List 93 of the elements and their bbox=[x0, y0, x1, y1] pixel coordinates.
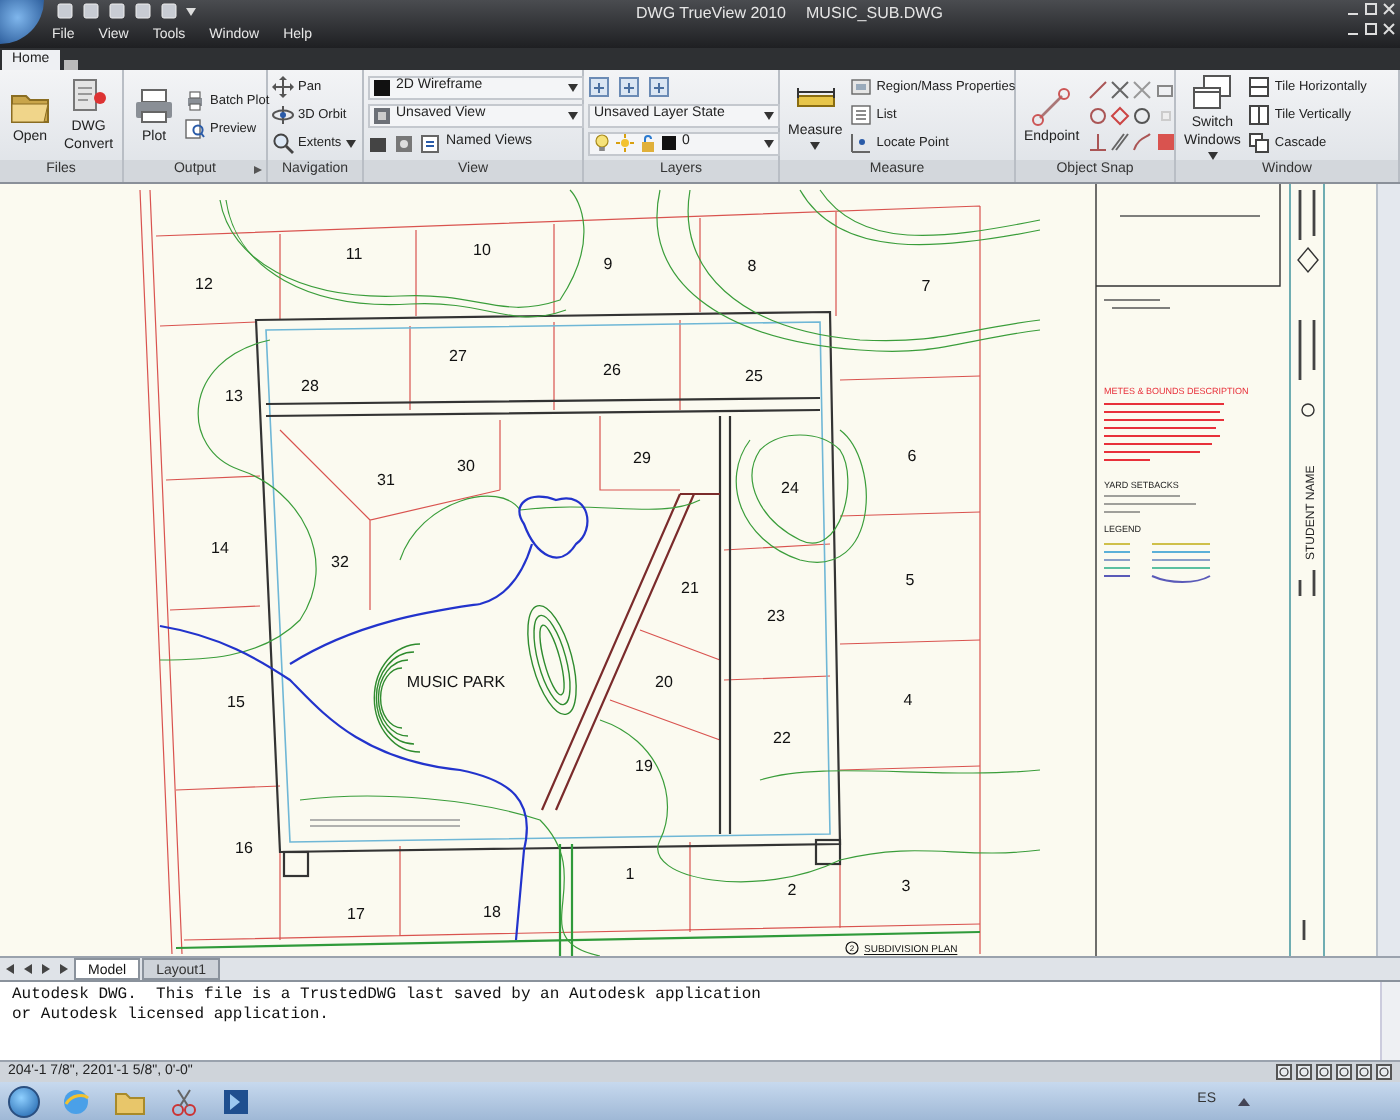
cascade-icon bbox=[1248, 132, 1271, 154]
lot-number: 19 bbox=[635, 757, 653, 775]
launcher-icon[interactable] bbox=[254, 166, 262, 174]
zoom-icon bbox=[272, 132, 294, 154]
lot-number: 22 bbox=[773, 729, 791, 747]
tile-vertical-icon bbox=[1248, 104, 1271, 126]
caret-icon bbox=[568, 83, 578, 91]
lot-number: 4 bbox=[903, 691, 913, 709]
lot-number: 3 bbox=[901, 877, 911, 895]
lot-number: 26 bbox=[603, 361, 621, 379]
close-icon[interactable] bbox=[1382, 2, 1396, 16]
app-title: DWG TrueView 2010 bbox=[636, 2, 786, 26]
point-icon bbox=[850, 132, 873, 154]
layer-tool-icon[interactable] bbox=[588, 76, 610, 98]
snap-mode-icon[interactable] bbox=[1132, 105, 1153, 125]
scissors-icon[interactable] bbox=[168, 1085, 200, 1117]
layer-tool-icon[interactable] bbox=[648, 76, 670, 98]
status-tool-icon[interactable] bbox=[1316, 1064, 1332, 1080]
tile-horizontal-icon bbox=[1248, 76, 1271, 98]
caret-icon[interactable] bbox=[186, 7, 196, 15]
lock-icon bbox=[640, 134, 656, 152]
lot-number: 6 bbox=[907, 447, 917, 465]
lot-number: 12 bbox=[195, 275, 213, 293]
lot-number: 29 bbox=[633, 449, 651, 467]
printer-icon bbox=[184, 90, 206, 112]
lot-number: 11 bbox=[345, 245, 363, 263]
bulb-icon bbox=[594, 134, 610, 152]
lot-number: 25 bbox=[745, 367, 763, 385]
lot-number: 7 bbox=[921, 277, 931, 295]
lot-number: 17 bbox=[347, 905, 365, 923]
lot-number: 10 bbox=[473, 241, 491, 259]
lot-number: 20 bbox=[655, 673, 673, 691]
region-icon bbox=[850, 76, 873, 98]
lot-number: 32 bbox=[331, 553, 349, 571]
status-tool-icon[interactable] bbox=[1356, 1064, 1372, 1080]
document-title: MUSIC_SUB.DWG bbox=[806, 2, 943, 26]
snap-mode-icon[interactable] bbox=[1087, 131, 1108, 151]
sun-icon bbox=[616, 134, 634, 152]
swatch-icon bbox=[374, 79, 390, 95]
app-icon[interactable] bbox=[220, 1085, 252, 1117]
caret-icon bbox=[568, 111, 578, 119]
swatch-icon bbox=[662, 136, 676, 150]
command-output-line: Autodesk DWG. This file is a TrustedDWG last saved by an Autodesk application bbox=[12, 986, 763, 1006]
snap-mode-icon[interactable] bbox=[1087, 79, 1108, 99]
status-tool-icon[interactable] bbox=[1336, 1064, 1352, 1080]
ribbon-options-icon[interactable] bbox=[63, 60, 78, 70]
lot-number: 30 bbox=[457, 457, 475, 475]
named-views-icon bbox=[420, 133, 440, 153]
lot-number: 13 bbox=[225, 387, 243, 405]
lot-number: 14 bbox=[211, 539, 229, 557]
lot-number: 2 bbox=[787, 881, 797, 899]
lot-number: 15 bbox=[227, 693, 245, 711]
tray-icon[interactable] bbox=[1236, 1093, 1252, 1109]
status-tool-icon[interactable] bbox=[1276, 1064, 1292, 1080]
status-tool-icon[interactable] bbox=[1296, 1064, 1312, 1080]
lot-number: 28 bbox=[301, 377, 319, 395]
lot-number: 24 bbox=[781, 479, 799, 497]
lot-number: 1 bbox=[625, 865, 635, 883]
command-scrollbar[interactable] bbox=[1380, 982, 1400, 1060]
snap-mode-icon[interactable] bbox=[1155, 131, 1176, 151]
printer-icon bbox=[132, 85, 176, 125]
close-icon[interactable] bbox=[1382, 22, 1396, 36]
snap-mode-icon[interactable] bbox=[1155, 79, 1176, 99]
lot-number: 5 bbox=[905, 571, 915, 589]
app-menu-button[interactable] bbox=[0, 0, 44, 44]
snap-mode-icon[interactable] bbox=[1109, 131, 1130, 151]
park-label: MUSIC PARK bbox=[406, 673, 506, 691]
windows-icon bbox=[1190, 71, 1235, 111]
lot-number: 31 bbox=[377, 471, 395, 489]
caret-icon bbox=[764, 111, 774, 119]
orbit-icon bbox=[272, 104, 294, 126]
lot-number: 21 bbox=[681, 579, 699, 597]
view-icon bbox=[374, 107, 390, 123]
preview-icon bbox=[184, 118, 206, 140]
start-button[interactable] bbox=[8, 1085, 40, 1117]
snap-mode-icon[interactable] bbox=[1132, 131, 1153, 151]
lot-number: 23 bbox=[767, 607, 785, 625]
lot-number: 9 bbox=[603, 255, 613, 273]
pan-icon bbox=[272, 76, 294, 98]
lot-number: 27 bbox=[449, 347, 467, 365]
layer-tool-icon[interactable] bbox=[618, 76, 640, 98]
vertical-scrollbar[interactable] bbox=[1376, 184, 1400, 956]
endpoint-icon bbox=[1029, 85, 1074, 125]
lot-number: 18 bbox=[483, 903, 501, 921]
lot-number: 16 bbox=[235, 839, 253, 857]
status-tool-icon[interactable] bbox=[1376, 1064, 1392, 1080]
snap-mode-icon[interactable] bbox=[1109, 79, 1130, 99]
command-output-line: or Autodesk licensed application. bbox=[12, 1006, 331, 1026]
lot-number: 8 bbox=[747, 257, 757, 275]
snap-mode-icon[interactable] bbox=[1087, 105, 1108, 125]
list-icon bbox=[850, 104, 873, 126]
caret-icon bbox=[764, 139, 774, 147]
snap-mode-icon[interactable] bbox=[1109, 105, 1130, 125]
